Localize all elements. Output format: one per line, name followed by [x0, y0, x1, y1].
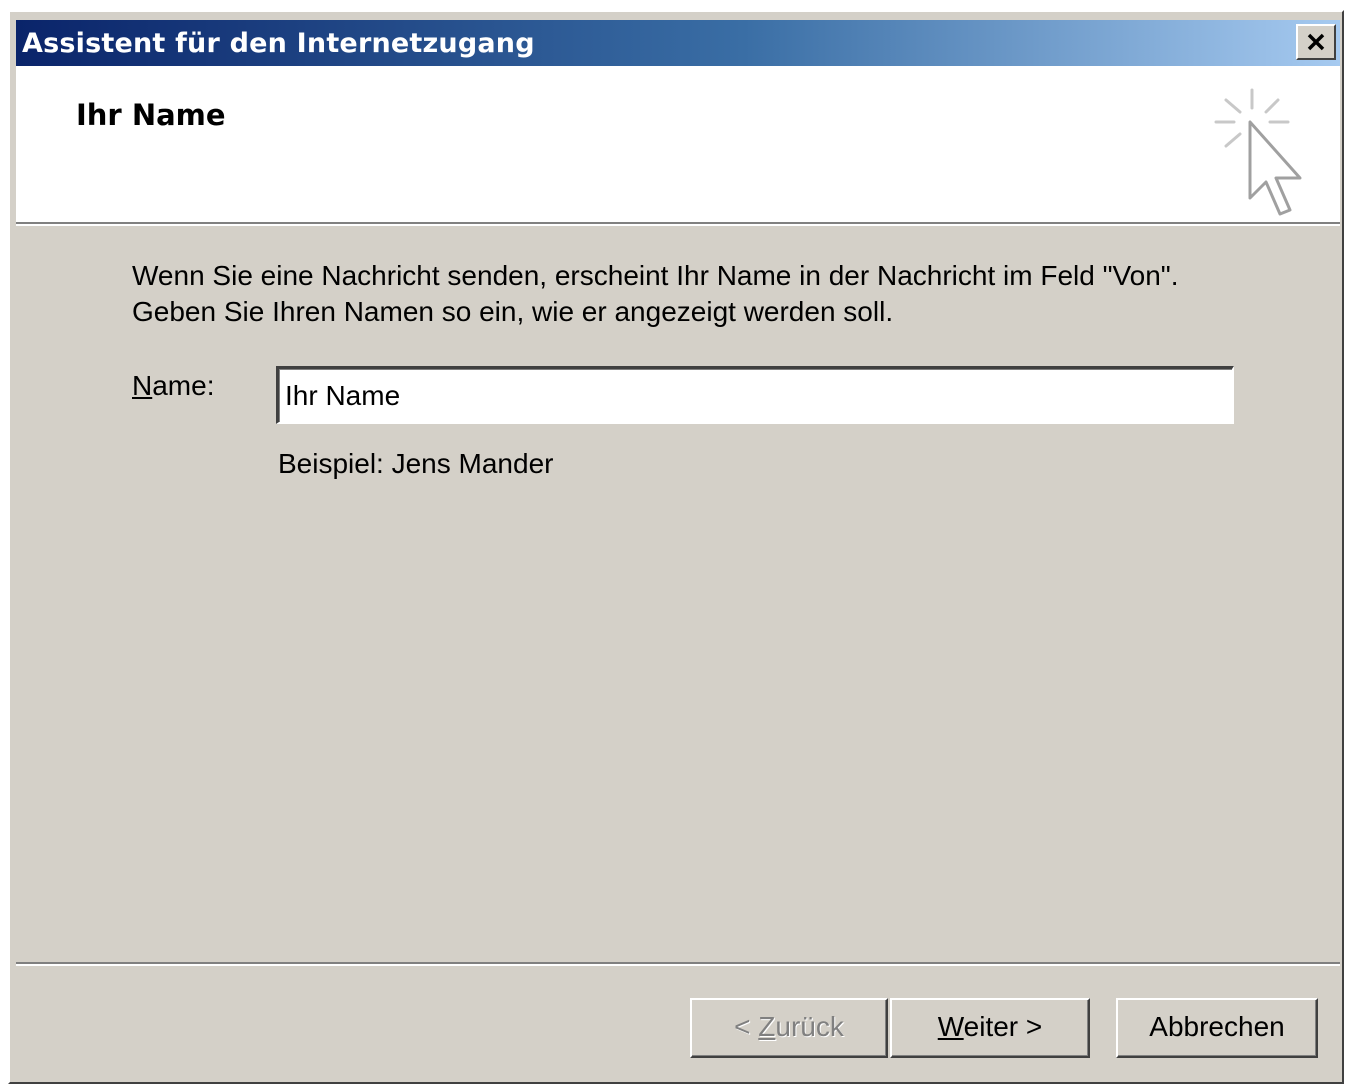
description-line-1: Wenn Sie eine Nachricht senden, erschein… — [132, 260, 1179, 291]
back-button-text: urück — [775, 1011, 844, 1042]
description-line-2: Geben Sie Ihren Namen so ein, wie er ang… — [132, 296, 894, 327]
name-label-text: ame: — [152, 370, 215, 401]
wizard-header: Ihr Name — [16, 66, 1340, 224]
name-label-mnemonic: N — [132, 370, 153, 401]
next-button[interactable]: Weiter > — [890, 998, 1090, 1058]
name-input[interactable] — [276, 366, 1234, 424]
back-button-prefix: < — [734, 1011, 759, 1042]
cancel-button[interactable]: Abbrechen — [1116, 998, 1318, 1058]
next-button-text: eiter > — [963, 1011, 1043, 1042]
header-divider — [16, 224, 1340, 226]
wizard-cursor-sparkle-icon — [1214, 88, 1302, 216]
close-icon — [1307, 33, 1325, 51]
example-text: Beispiel: Jens Mander — [278, 448, 554, 479]
window-title: Assistent für den Internetzugang — [22, 28, 535, 59]
footer-divider-highlight — [16, 964, 1340, 966]
close-button[interactable] — [1296, 24, 1336, 60]
next-button-mnemonic: W — [937, 1011, 964, 1042]
back-button-mnemonic: Z — [758, 1011, 776, 1042]
wizard-window: Assistent für den Internetzugang Ihr Nam… — [8, 10, 1344, 1084]
page-title: Ihr Name — [76, 98, 226, 132]
title-bar[interactable]: Assistent für den Internetzugang — [16, 20, 1340, 66]
description-text: Wenn Sie eine Nachricht senden, erschein… — [132, 258, 1179, 330]
name-field-label: Name: — [132, 370, 214, 402]
back-button[interactable]: < Zurück — [690, 998, 888, 1058]
